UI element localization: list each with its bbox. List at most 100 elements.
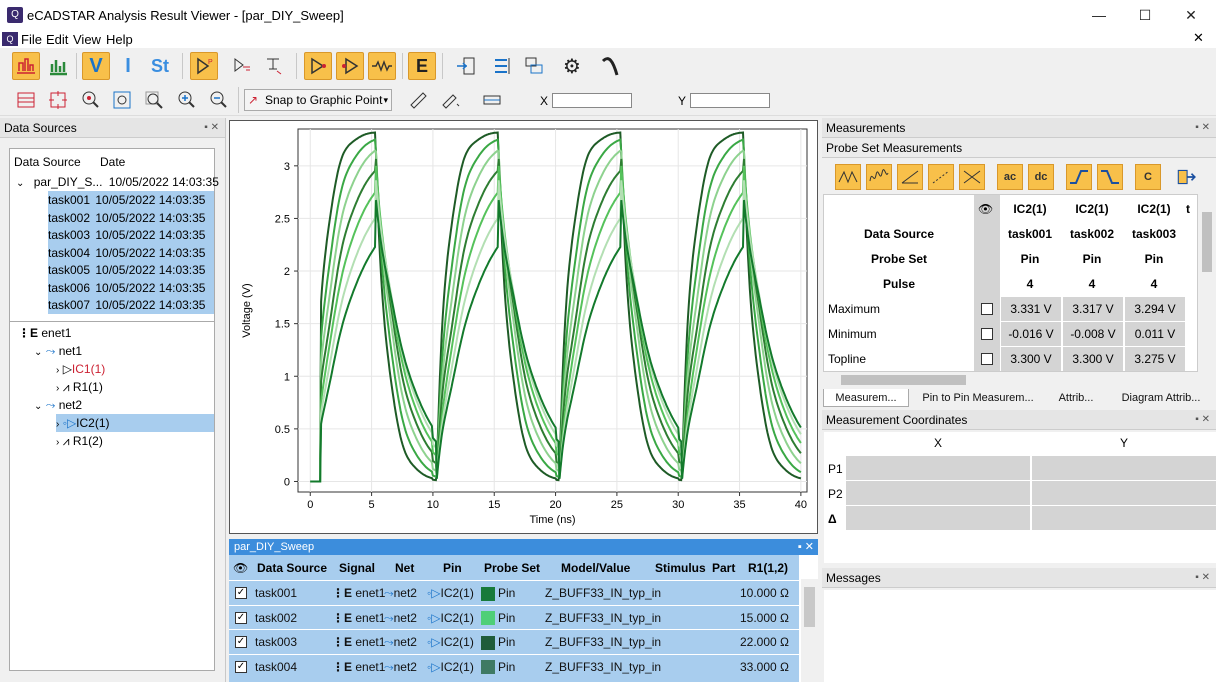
- zoom-out-icon[interactable]: [204, 86, 232, 114]
- th-part[interactable]: Part: [712, 557, 735, 579]
- tab-diagram-attributes[interactable]: Diagram Attrib...: [1108, 389, 1214, 407]
- minimize-button[interactable]: —: [1076, 0, 1122, 30]
- th-stimulus[interactable]: Stimulus: [655, 557, 706, 579]
- meas-row-checkbox[interactable]: [981, 328, 993, 340]
- chevron-down-icon[interactable]: ⌄: [34, 401, 42, 412]
- measure-rise-icon[interactable]: [1066, 164, 1092, 190]
- probe-pin-icon[interactable]: P: [190, 52, 218, 80]
- data-source-row[interactable]: task005 10/05/2022 14:03:35: [48, 261, 214, 279]
- th-probe-set[interactable]: Probe Set: [484, 557, 540, 579]
- chevron-right-icon[interactable]: ›: [56, 383, 59, 394]
- export-icon[interactable]: [1172, 163, 1200, 191]
- zoom-area-icon[interactable]: [140, 86, 168, 114]
- table-row[interactable]: ✓ task001 ⋮E enet1 ⤳net2 ◦▷IC2(1) Pin Z_…: [229, 580, 799, 604]
- y-coord-field[interactable]: [690, 93, 770, 108]
- table-scrollbar[interactable]: [801, 579, 818, 682]
- gear-icon[interactable]: ⚙: [558, 52, 586, 80]
- th-pin[interactable]: Pin: [443, 557, 462, 579]
- root-row[interactable]: ⌄ par_DIY_S... 10/05/2022 14:03:35: [16, 173, 219, 191]
- tab-pin-to-pin[interactable]: Pin to Pin Measurem...: [912, 389, 1044, 407]
- chevron-right-icon[interactable]: ›: [56, 365, 59, 376]
- visible-checkbox[interactable]: ✓: [235, 660, 247, 673]
- pin-icon[interactable]: ▪ ✕: [1195, 118, 1210, 138]
- current-icon[interactable]: I: [114, 52, 142, 80]
- meas-col-header[interactable]: IC2(1): [1000, 197, 1060, 222]
- visible-checkbox[interactable]: ✓: [235, 587, 247, 599]
- color-swatch[interactable]: [481, 586, 495, 601]
- tree-net1[interactable]: ⌄ ⤳ net1: [34, 342, 82, 360]
- p2-y-cell[interactable]: [1032, 481, 1216, 505]
- probe-remove-icon[interactable]: [260, 52, 288, 80]
- snap-to-graphic-point-dropdown[interactable]: ↗ Snap to Graphic Point ▾: [244, 89, 392, 111]
- meas-col-header[interactable]: IC2(1): [1124, 197, 1184, 222]
- voltage-icon[interactable]: V: [82, 52, 110, 80]
- data-source-row[interactable]: task001 10/05/2022 14:03:35: [48, 191, 214, 209]
- measure-dropdown-icon[interactable]: [436, 86, 464, 114]
- enet-icon[interactable]: E: [408, 52, 436, 80]
- meas-vscroll[interactable]: [1198, 194, 1216, 372]
- data-source-row[interactable]: task007 10/05/2022 14:03:35: [48, 296, 214, 314]
- measure-slope-icon[interactable]: [928, 164, 954, 190]
- zoom-fit-icon[interactable]: [44, 86, 72, 114]
- probe-add-icon[interactable]: [228, 52, 256, 80]
- resistor-icon[interactable]: [368, 52, 396, 80]
- waveform-view-icon[interactable]: [12, 52, 40, 80]
- th-data-source[interactable]: Data Source: [257, 557, 327, 579]
- zoom-reset-icon[interactable]: [76, 86, 104, 114]
- visible-checkbox[interactable]: ✓: [235, 636, 247, 648]
- doc-close-icon[interactable]: ✕: [1193, 30, 1204, 46]
- color-swatch[interactable]: [481, 660, 495, 675]
- data-source-row[interactable]: task002 10/05/2022 14:03:35: [48, 208, 214, 227]
- histogram-icon[interactable]: [44, 52, 72, 80]
- tab-attributes[interactable]: Attrib...: [1046, 389, 1106, 407]
- pin-icon[interactable]: ▪ ✕: [1195, 568, 1210, 588]
- measure-slew-icon[interactable]: [897, 164, 923, 190]
- zoom-in-icon[interactable]: [172, 86, 200, 114]
- voltage-chart[interactable]: 0 5 10 15 20 25 30 35 40 0 0.5 1 1.5 2 2.5 3 Time (ns) Vo…: [230, 121, 817, 533]
- waveform-plot[interactable]: 0 5 10 15 20 25 30 35 40 0 0.5 1 1.5 2 2.5 3 Time (ns) Vo…: [229, 120, 818, 534]
- p2-x-cell[interactable]: [846, 481, 1030, 505]
- data-source-row[interactable]: task004 10/05/2022 14:03:35: [48, 243, 214, 262]
- meas-col-header[interactable]: IC2(1): [1062, 197, 1122, 222]
- close-button[interactable]: ✕: [1168, 0, 1214, 30]
- meas-hscroll[interactable]: [823, 372, 1198, 388]
- chevron-down-icon[interactable]: ⌄: [16, 178, 24, 189]
- delta-x-cell[interactable]: [846, 506, 1030, 530]
- visible-checkbox[interactable]: ✓: [235, 611, 247, 624]
- color-swatch[interactable]: [481, 611, 495, 626]
- crosstalk-icon[interactable]: [596, 52, 624, 80]
- chevron-right-icon[interactable]: ›: [56, 419, 59, 430]
- state-icon[interactable]: St: [146, 52, 174, 80]
- fit-all-icon[interactable]: [12, 86, 40, 114]
- tree-r1-2[interactable]: › ⩘ R1(2): [56, 432, 103, 450]
- tree-ic1[interactable]: › ▷IC1(1): [56, 360, 105, 378]
- list-icon[interactable]: [488, 52, 516, 80]
- pin-icon[interactable]: ▪ ✕: [1195, 410, 1210, 430]
- color-swatch[interactable]: [481, 635, 495, 650]
- ruler-icon[interactable]: [404, 86, 432, 114]
- table-row[interactable]: ✓ task002 ⋮E enet1 ⤳net2 ◦▷IC2(1) Pin Z_…: [229, 604, 799, 629]
- eye-icon[interactable]: 👁: [233, 557, 248, 579]
- tab-measurements[interactable]: Measurem...: [823, 389, 909, 407]
- pin-icon[interactable]: ▪ ✕: [798, 539, 814, 555]
- chevron-right-icon[interactable]: ›: [56, 437, 59, 448]
- measure-cross-icon[interactable]: [959, 164, 985, 190]
- pin-icon[interactable]: ▪ ✕: [204, 118, 219, 138]
- table-row[interactable]: ✓ task004 ⋮E enet1 ⤳net2 ◦▷IC2(1) Pin Z_…: [229, 653, 799, 678]
- menu-help[interactable]: Help: [106, 32, 133, 47]
- data-source-row[interactable]: task003 10/05/2022 14:03:35: [48, 226, 214, 244]
- menu-view[interactable]: View: [73, 32, 101, 47]
- maximize-button[interactable]: ☐: [1122, 0, 1168, 30]
- meas-row-checkbox[interactable]: [981, 303, 993, 315]
- tree-enet1[interactable]: ⋮E enet1: [18, 324, 71, 342]
- meas-row-checkbox[interactable]: [981, 353, 993, 365]
- x-coord-field[interactable]: [552, 93, 632, 108]
- p1-y-cell[interactable]: [1032, 456, 1216, 480]
- measure-waveform-icon[interactable]: [835, 164, 861, 190]
- th-model[interactable]: Model/Value: [561, 557, 630, 579]
- table-row[interactable]: ✓ task003 ⋮E enet1 ⤳net2 ◦▷IC2(1) Pin Z_…: [229, 629, 799, 653]
- menu-edit[interactable]: Edit: [46, 32, 68, 47]
- p1-x-cell[interactable]: [846, 456, 1030, 480]
- zoom-window-icon[interactable]: [108, 86, 136, 114]
- measure-fall-icon[interactable]: [1097, 164, 1123, 190]
